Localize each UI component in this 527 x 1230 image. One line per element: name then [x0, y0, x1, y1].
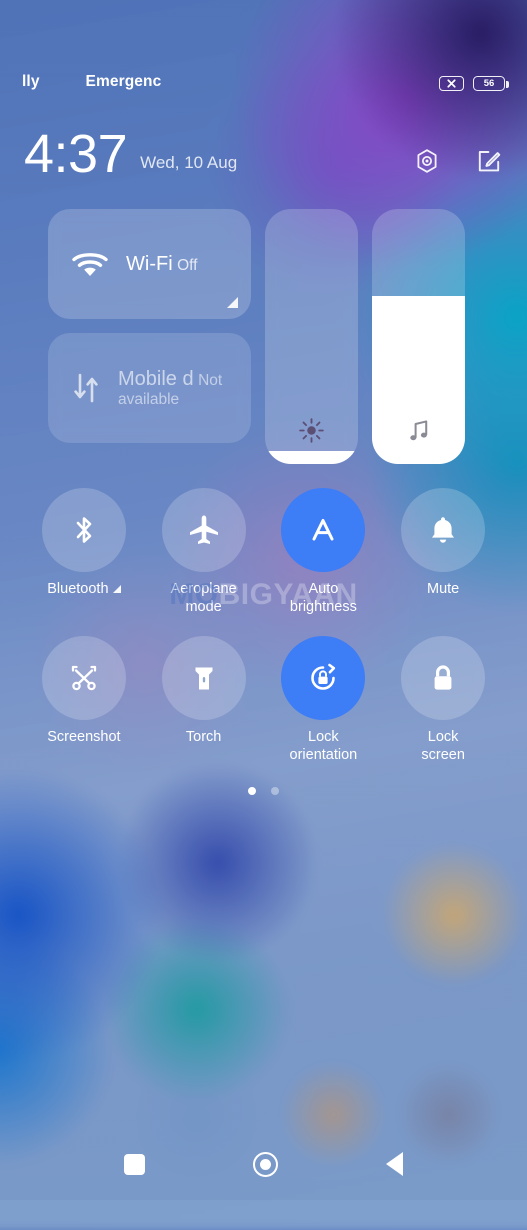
auto-brightness-icon: [281, 488, 366, 572]
recents-button-icon[interactable]: [124, 1153, 145, 1175]
connectivity-tiles-column: Wi-Fi Off Mobile d Not available: [48, 209, 251, 464]
toggle-auto-brightness-label: Auto brightness: [289, 581, 357, 615]
toggle-auto-brightness[interactable]: Auto brightness: [264, 488, 384, 616]
back-button-icon[interactable]: [386, 1152, 403, 1176]
toggle-screenshot[interactable]: Screenshot: [24, 636, 144, 764]
status-bar-left: lly Emergenc: [22, 73, 161, 91]
navigation-bar: [0, 1128, 527, 1200]
toggle-lock-orientation-label: Lock orientation: [289, 729, 358, 764]
toggle-bluetooth[interactable]: Bluetooth: [24, 488, 144, 616]
battery-percent-label: 56: [483, 77, 495, 89]
lock-screen-icon: [401, 636, 486, 721]
clock-date: Wed, 10 Aug: [140, 153, 238, 172]
edit-tiles-icon[interactable]: [475, 147, 503, 175]
tile-wifi[interactable]: Wi-Fi Off: [48, 209, 251, 319]
tile-wifi-status: Off: [177, 256, 198, 274]
toggle-screenshot-label: Screenshot: [47, 729, 121, 746]
toggle-bluetooth-label: Bluetooth: [47, 581, 121, 599]
page-dot-1[interactable]: [248, 786, 256, 795]
screenshot-icon: [41, 636, 126, 721]
clock-time: 4:37: [24, 123, 128, 184]
toggle-lock-screen-label: Lock screen: [421, 729, 465, 764]
bluetooth-icon: [41, 488, 126, 572]
clock-row: 4:37 Wed, 10 Aug: [0, 117, 527, 184]
home-button-icon[interactable]: [253, 1151, 278, 1177]
carrier-label-left: lly: [22, 73, 40, 90]
aeroplane-icon: [161, 488, 246, 572]
tile-mobile-data-title: Mobile d: [118, 367, 194, 390]
lock-orientation-icon: [281, 636, 366, 721]
top-tiles-row: Wi-Fi Off Mobile d Not available: [0, 209, 527, 464]
toggle-lock-screen[interactable]: Lock screen: [383, 636, 503, 764]
wifi-icon: [70, 249, 112, 279]
page-dot-2[interactable]: [271, 786, 279, 795]
brightness-slider[interactable]: [265, 209, 358, 464]
torch-icon: [161, 636, 246, 721]
toggle-mute-label: Mute: [427, 581, 460, 597]
brightness-slider-fill: [265, 451, 358, 464]
toggle-aeroplane-mode-label: Aeroplane mode: [170, 581, 237, 615]
toggle-row-1: Bluetooth Aeroplane mode Auto brightness…: [24, 488, 503, 616]
toggle-lock-orientation[interactable]: Lock orientation: [264, 636, 384, 764]
toggle-torch[interactable]: Torch: [144, 636, 264, 764]
tile-mobile-data-text: Mobile d Not available: [118, 368, 251, 409]
battery-indicator: 56: [473, 76, 509, 91]
toggle-mute[interactable]: Mute: [383, 488, 503, 616]
expand-corner-icon[interactable]: [227, 297, 238, 308]
settings-hexagon-icon[interactable]: [413, 147, 441, 175]
music-note-icon: [372, 417, 465, 444]
status-bar: lly Emergenc 56: [0, 0, 527, 105]
tile-wifi-title: Wi-Fi: [126, 252, 173, 275]
carrier-label-emergency: Emergenc: [85, 73, 162, 90]
bell-icon: [401, 488, 486, 572]
no-sim-icon: [439, 76, 464, 91]
tile-wifi-text: Wi-Fi Off: [126, 253, 197, 276]
page-indicator: [0, 786, 527, 795]
volume-slider[interactable]: [372, 209, 465, 464]
quick-settings-panel: Wi-Fi Off Mobile d Not available Bluetoo…: [0, 209, 527, 795]
toggle-row-2: Screenshot Torch Lock orientation Lock s…: [24, 636, 503, 764]
toggle-grid: Bluetooth Aeroplane mode Auto brightness…: [0, 488, 527, 765]
toggle-aeroplane-mode[interactable]: Aeroplane mode: [144, 488, 264, 616]
brightness-sun-icon: [265, 417, 358, 444]
status-bar-right: 56: [439, 76, 509, 91]
mobile-data-icon: [70, 371, 104, 405]
toggle-bluetooth-text: Bluetooth: [47, 581, 109, 597]
tile-mobile-data[interactable]: Mobile d Not available: [48, 333, 251, 443]
home-inner-dot: [260, 1158, 271, 1170]
clock-actions: [413, 147, 503, 175]
toggle-torch-label: Torch: [185, 729, 222, 746]
expand-arrow-icon[interactable]: [112, 585, 121, 594]
